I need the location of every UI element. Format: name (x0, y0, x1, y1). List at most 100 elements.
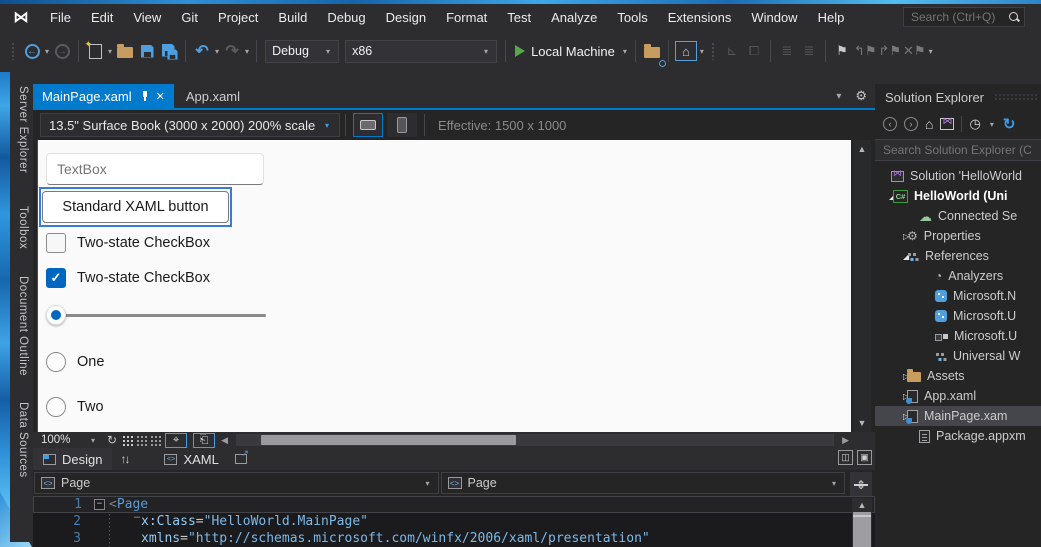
scroll-down-arrow-icon[interactable]: ▼ (853, 418, 871, 428)
menu-item-debug[interactable]: Debug (317, 6, 375, 28)
slider-thumb[interactable] (46, 305, 66, 325)
redo-dropdown[interactable]: ▾ (245, 47, 249, 56)
canvas-checkbox-checked[interactable]: ✓ Two-state CheckBox (46, 268, 210, 288)
solution-search-input[interactable] (875, 143, 1041, 157)
tree-item-ref-microsoft-netcore[interactable]: Microsoft.N (875, 286, 1041, 306)
titlebar-drag-handle[interactable] (994, 93, 1039, 101)
menu-item-analyze[interactable]: Analyze (541, 6, 607, 28)
clear-bookmarks-button[interactable]: ✕⚑ (903, 39, 926, 63)
snap-to-grid-button[interactable] (137, 436, 139, 438)
canvas-slider[interactable] (46, 305, 268, 325)
se-back-button[interactable]: ‹ (883, 117, 897, 131)
find-in-files-button[interactable] (642, 39, 662, 63)
decrease-indent-button[interactable]: ≣ (777, 39, 797, 63)
menu-item-file[interactable]: File (40, 6, 81, 28)
element-dropdown-right[interactable]: <> Page ▾ (441, 472, 846, 494)
canvas-radio-two[interactable]: Two (46, 397, 104, 417)
checkbox-box[interactable] (46, 233, 66, 253)
designer-horizontal-scrollbar[interactable] (236, 434, 834, 446)
toggle-artboard-button[interactable] (151, 436, 153, 438)
comment-selection-button[interactable]: ⊾ (722, 39, 742, 63)
refresh-designer-button[interactable]: ↻ (107, 433, 117, 448)
sidebar-tab-document-outline[interactable]: Document Outline (14, 270, 31, 388)
canvas-checkbox-unchecked[interactable]: Two-state CheckBox (46, 233, 210, 253)
tree-item-project[interactable]: ◢ HelloWorld (Uni (875, 186, 1041, 206)
snap-to-snaplines-toggle[interactable]: ⌖ (165, 433, 187, 448)
code-line-3[interactable]: 3 xmlns="http://schemas.microsoft.com/wi… (33, 530, 875, 547)
navigate-back-dropdown[interactable]: ▾ (45, 47, 49, 56)
menu-item-tools[interactable]: Tools (607, 6, 657, 28)
filter-dropdown[interactable]: ▾ (990, 120, 994, 129)
checkbox-box-checked[interactable]: ✓ (46, 268, 66, 288)
open-file-button[interactable] (115, 39, 135, 63)
solution-platform-combo[interactable]: x86▾ (345, 40, 497, 63)
quick-search-input[interactable] (911, 10, 1008, 24)
bookmarks-dropdown[interactable]: ▾ (929, 47, 933, 56)
sidebar-tab-server-explorer[interactable]: Server Explorer (14, 80, 31, 192)
save-button[interactable] (137, 39, 157, 63)
collapsed-arrow-icon[interactable]: ▷ (875, 232, 903, 241)
design-view-tab[interactable]: Design (33, 448, 112, 470)
menu-item-help[interactable]: Help (808, 6, 855, 28)
close-icon[interactable]: ✕ (156, 90, 165, 103)
menu-item-view[interactable]: View (123, 6, 171, 28)
scrollbar-thumb[interactable] (853, 512, 871, 547)
sync-with-active-document-button[interactable]: ↻ (1003, 115, 1016, 133)
pending-changes-filter-button[interactable]: ◷ (969, 116, 980, 132)
popout-pane-icon[interactable] (235, 454, 247, 464)
menu-item-edit[interactable]: Edit (81, 6, 123, 28)
undo-button[interactable]: ↶ (192, 39, 212, 63)
radio-circle[interactable] (46, 352, 66, 372)
canvas-button[interactable]: Standard XAML button (42, 191, 229, 223)
collapsed-arrow-icon[interactable]: ▷ (875, 392, 903, 401)
code-line-2[interactable]: 2 x:Class="HelloWorld.MainPage" (33, 513, 875, 530)
code-line-1[interactable]: 1 − <Page … (33, 496, 875, 513)
collapsed-arrow-icon[interactable]: ▷ (875, 372, 903, 381)
menu-item-design[interactable]: Design (376, 6, 436, 28)
scrollbar-thumb[interactable] (261, 435, 516, 445)
tree-item-package-manifest[interactable]: Package.appxm (875, 426, 1041, 446)
solution-explorer-titlebar[interactable]: Solution Explorer (875, 84, 1041, 110)
navigate-back-button[interactable]: ← (22, 39, 42, 63)
xaml-view-tab[interactable]: <> XAML (154, 448, 228, 470)
menu-item-format[interactable]: Format (436, 6, 497, 28)
menu-item-extensions[interactable]: Extensions (658, 6, 742, 28)
collapse-region-button[interactable]: − (94, 499, 105, 510)
toggle-bookmark-button[interactable]: ⚑ (832, 39, 852, 63)
device-preview-dropdown[interactable]: ▾ (700, 47, 704, 56)
search-icon[interactable] (1008, 11, 1020, 23)
canvas-textbox[interactable] (46, 153, 264, 185)
scroll-right-arrow-icon[interactable]: ▶ (842, 433, 849, 448)
home-button[interactable]: ⌂ (925, 116, 933, 132)
se-forward-button[interactable]: › (904, 117, 918, 131)
tree-item-mainpage-xaml[interactable]: ▷ MainPage.xam (875, 406, 1041, 426)
xaml-code-editor[interactable]: 1 − <Page … 2 x:Class="HelloWorld.MainPa… (33, 496, 875, 547)
tree-item-analyzers[interactable]: Analyzers (875, 266, 1041, 286)
show-grid-button[interactable] (123, 436, 125, 438)
sidebar-tab-data-sources[interactable]: Data Sources (14, 396, 31, 488)
pin-icon[interactable] (139, 91, 149, 101)
toolbar-grip[interactable] (711, 42, 716, 60)
switch-views-button[interactable] (940, 118, 954, 130)
solution-configuration-combo[interactable]: Debug▾ (265, 40, 339, 63)
save-all-button[interactable] (159, 39, 179, 63)
collapsed-arrow-icon[interactable]: ▷ (875, 412, 903, 421)
tab-app-xaml[interactable]: App.xaml (174, 84, 252, 108)
menu-item-project[interactable]: Project (208, 6, 268, 28)
menu-item-build[interactable]: Build (268, 6, 317, 28)
horizontal-split-toggle[interactable]: ▣ (857, 450, 872, 465)
designer-vertical-scrollbar[interactable]: ▲ ▼ (853, 140, 871, 432)
sidebar-tab-toolbox[interactable]: Toolbox (14, 200, 31, 262)
tree-item-ref-microsoft-sdk[interactable]: Microsoft.U (875, 326, 1041, 346)
expanded-arrow-icon[interactable]: ◢ (875, 192, 889, 201)
editor-options-gear-icon[interactable]: ⚙ (855, 88, 867, 104)
tree-item-references[interactable]: ◢ References (875, 246, 1041, 266)
tab-mainpage-xaml[interactable]: MainPage.xaml ✕ (33, 84, 174, 108)
tree-item-ref-universal-windows[interactable]: Universal W (875, 346, 1041, 366)
device-selector-combo[interactable]: 13.5" Surface Book (3000 x 2000) 200% sc… (40, 113, 340, 137)
tree-item-properties[interactable]: ▷ Properties (875, 226, 1041, 246)
start-debugging-button[interactable]: Local Machine ▾ (515, 39, 629, 63)
tree-item-assets[interactable]: ▷ Assets (875, 366, 1041, 386)
navigate-forward-button[interactable]: → (52, 39, 72, 63)
uncomment-selection-button[interactable]: ⧠ (744, 39, 764, 63)
